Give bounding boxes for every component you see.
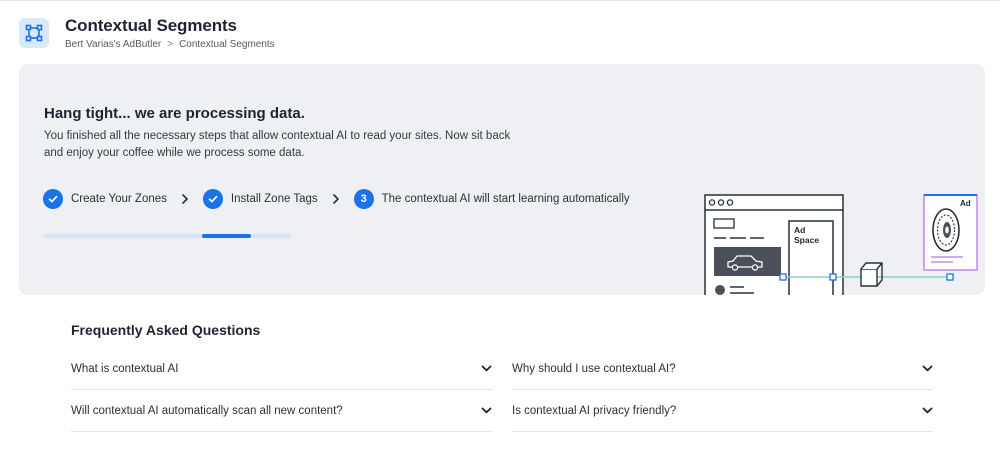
faq-title: Frequently Asked Questions — [71, 322, 261, 338]
chevron-down-icon[interactable] — [480, 363, 492, 375]
ad-space-label-2: Space — [794, 235, 819, 245]
faq-section: Frequently Asked Questions What is conte… — [71, 322, 933, 432]
top-divider — [0, 0, 1000, 1]
tire-icon — [932, 208, 960, 252]
faq-question: Is contextual AI privacy friendly? — [512, 404, 677, 417]
setup-steps: Create Your Zones Install Zone Tags 3 Th… — [43, 189, 630, 209]
ad-badge: Ad — [960, 199, 971, 208]
breadcrumb-item-account[interactable]: Bert Varias's AdButler — [65, 39, 161, 50]
step-create-zones: Create Your Zones — [43, 189, 167, 209]
check-icon — [202, 189, 223, 209]
faq-question: What is contextual AI — [71, 362, 179, 375]
faq-question: Why should I use contextual AI? — [512, 362, 676, 375]
faq-question: Will contextual AI automatically scan al… — [71, 404, 343, 417]
chevron-right-icon — [332, 194, 340, 204]
status-description: You finished all the necessary steps tha… — [44, 130, 511, 159]
page-header: Contextual Segments Bert Varias's AdButl… — [19, 16, 275, 50]
breadcrumb: Bert Varias's AdButler > Contextual Segm… — [65, 39, 275, 50]
faq-item-auto-scan[interactable]: Will contextual AI automatically scan al… — [71, 390, 492, 432]
faq-item-privacy[interactable]: Is contextual AI privacy friendly? — [512, 390, 933, 432]
page-title: Contextual Segments — [65, 16, 237, 35]
ad-space-graphic: Ad Space — [788, 220, 834, 295]
check-icon — [43, 189, 63, 209]
step-label: Install Zone Tags — [230, 193, 318, 205]
progress-indicator — [201, 234, 252, 238]
step-ai-learning: 3 The contextual AI will start learning … — [353, 189, 630, 209]
breadcrumb-separator: > — [167, 39, 174, 50]
step-label: The contextual AI will start learning au… — [381, 193, 630, 205]
chevron-down-icon[interactable] — [921, 405, 933, 417]
chevron-right-icon — [181, 194, 189, 204]
faq-item-what-is[interactable]: What is contextual AI — [71, 348, 492, 390]
chevron-down-icon[interactable] — [480, 405, 492, 417]
chevron-down-icon[interactable] — [921, 363, 933, 375]
tire-ad-graphic: Ad — [923, 194, 978, 271]
processing-status-card: Hang tight... we are processing data. Yo… — [19, 64, 985, 295]
processing-progress-bar — [43, 234, 291, 238]
segments-icon — [19, 18, 49, 48]
step-number-badge: 3 — [353, 189, 374, 209]
breadcrumb-item-current: Contextual Segments — [179, 39, 275, 50]
package-cube-icon — [860, 262, 883, 287]
ad-space-label-1: Ad — [794, 225, 805, 235]
status-title: Hang tight... we are processing data. — [44, 105, 305, 122]
step-install-zone-tags: Install Zone Tags — [202, 189, 318, 209]
faq-item-why-use[interactable]: Why should I use contextual AI? — [512, 348, 933, 390]
step-label: Create Your Zones — [71, 193, 167, 205]
contextual-ad-illustration: Ad Space Ad — [704, 194, 978, 295]
